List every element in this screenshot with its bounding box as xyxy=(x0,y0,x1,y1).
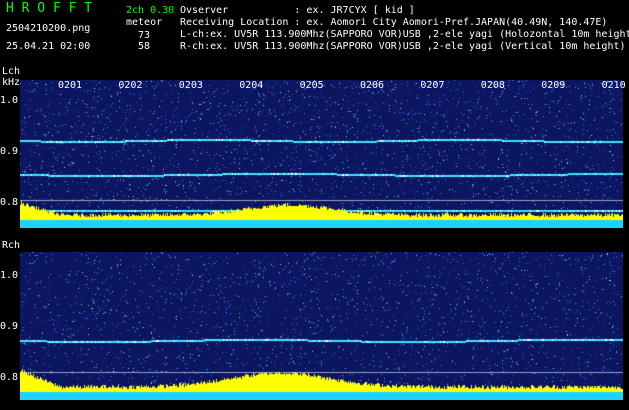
lch-ytick-1: 1.0 xyxy=(0,95,19,106)
datetime-label: 25.04.21 02:00 xyxy=(6,41,91,52)
time-tick-label: 0206 xyxy=(360,80,385,91)
time-tick-label: 0207 xyxy=(420,80,445,91)
time-tick-label: 0201 xyxy=(58,80,83,91)
lch-config-line: L-ch:ex. UV5R 113.900Mhz(SAPPORO VOR)USB… xyxy=(180,29,629,40)
channel-mode-label: 2ch 0.30 xyxy=(126,5,175,16)
time-tick-label: 0210 xyxy=(601,80,626,91)
rch-spectrogram xyxy=(20,252,623,400)
lch-ytick-3: 0.8 xyxy=(0,197,19,208)
observer-line: Ovserver : ex. JR7CYX [ kid ] xyxy=(180,5,415,16)
time-tick-label: 0202 xyxy=(118,80,143,91)
time-tick-label: 0204 xyxy=(239,80,264,91)
rch-config-line: R-ch:ex. UV5R 113.900Mhz(SAPPORO VOR)USB… xyxy=(180,41,626,52)
rch-meteor-count: 58 xyxy=(138,41,151,52)
time-tick-label: 0209 xyxy=(541,80,566,91)
rch-ytick-1: 1.0 xyxy=(0,270,19,281)
rch-channel-label: Rch xyxy=(2,240,21,251)
lch-unit-label: kHz xyxy=(2,77,21,88)
lch-ytick-2: 0.9 xyxy=(0,146,19,157)
time-tick-label: 0203 xyxy=(178,80,203,91)
location-line: Receiving Location : ex. Aomori City Aom… xyxy=(180,17,608,28)
lch-spectrogram xyxy=(20,80,623,228)
time-tick-label: 0205 xyxy=(299,80,324,91)
rch-ytick-2: 0.9 xyxy=(0,321,19,332)
time-tick-label: 0208 xyxy=(480,80,505,91)
rch-ytick-3: 0.8 xyxy=(0,372,19,383)
meteor-label: meteor xyxy=(126,17,163,28)
app-brand: H R O F F T xyxy=(6,1,93,16)
filename-label: 2504210200.png xyxy=(6,23,91,34)
